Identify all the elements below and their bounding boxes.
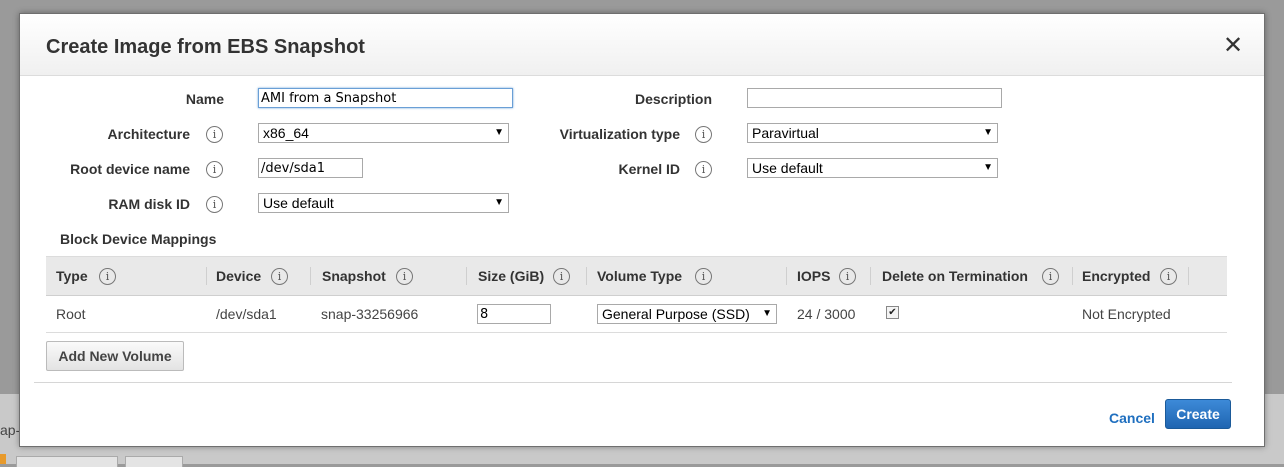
column-divider[interactable] xyxy=(586,267,587,285)
ram-disk-id-select[interactable]: Use default ▼ xyxy=(258,193,509,213)
column-header-size: Size (GiB) xyxy=(478,268,545,284)
kernel-id-label: Kernel ID xyxy=(618,161,680,177)
virtualization-type-value: Paravirtual xyxy=(752,125,819,141)
cell-device: /dev/sda1 xyxy=(216,306,277,322)
info-icon[interactable]: i xyxy=(271,268,288,285)
info-icon[interactable]: i xyxy=(1042,268,1059,285)
description-input[interactable] xyxy=(747,88,1002,108)
column-header-volume-type: Volume Type xyxy=(597,268,683,284)
create-button[interactable]: Create xyxy=(1165,399,1231,429)
footer-divider xyxy=(34,382,1232,383)
dialog-title: Create Image from EBS Snapshot xyxy=(46,36,365,58)
column-header-encrypted: Encrypted xyxy=(1082,268,1151,284)
architecture-value: x86_64 xyxy=(263,125,309,141)
info-icon[interactable]: i xyxy=(695,126,712,143)
info-icon[interactable]: i xyxy=(695,161,712,178)
background-marker xyxy=(0,454,6,464)
volume-type-select[interactable]: General Purpose (SSD) ▼ xyxy=(597,304,777,324)
column-divider[interactable] xyxy=(1072,267,1073,285)
dialog-header: Create Image from EBS Snapshot ✕ xyxy=(20,14,1264,76)
root-device-name-label: Root device name xyxy=(70,161,190,177)
virtualization-type-select[interactable]: Paravirtual ▼ xyxy=(747,123,998,143)
column-header-device: Device xyxy=(216,268,262,284)
cancel-button[interactable]: Cancel xyxy=(1109,410,1155,426)
description-label: Description xyxy=(634,91,712,107)
info-icon[interactable]: i xyxy=(1160,268,1177,285)
ram-disk-id-value: Use default xyxy=(263,195,334,211)
chevron-down-icon: ▼ xyxy=(762,308,772,319)
architecture-select[interactable]: x86_64 ▼ xyxy=(258,123,509,143)
root-device-name-input[interactable] xyxy=(258,158,363,178)
column-divider[interactable] xyxy=(786,267,787,285)
column-divider[interactable] xyxy=(870,267,871,285)
cell-encrypted: Not Encrypted xyxy=(1082,306,1171,322)
kernel-id-select[interactable]: Use default ▼ xyxy=(747,158,998,178)
chevron-down-icon: ▼ xyxy=(983,127,993,138)
cell-snapshot: snap-33256966 xyxy=(321,306,419,322)
add-new-volume-button[interactable]: Add New Volume xyxy=(46,341,184,371)
column-divider[interactable] xyxy=(466,267,467,285)
block-device-mappings-title: Block Device Mappings xyxy=(60,231,217,247)
chevron-down-icon: ▼ xyxy=(983,162,993,173)
cell-type: Root xyxy=(56,306,86,322)
cell-iops: 24 / 3000 xyxy=(797,306,856,322)
name-input[interactable] xyxy=(258,88,513,108)
column-divider[interactable] xyxy=(310,267,311,285)
info-icon[interactable]: i xyxy=(206,196,223,213)
info-icon[interactable]: i xyxy=(99,268,116,285)
background-text: ap- xyxy=(0,422,21,438)
ram-disk-id-label: RAM disk ID xyxy=(108,196,190,212)
background-button xyxy=(16,456,118,467)
info-icon[interactable]: i xyxy=(206,126,223,143)
column-header-type: Type xyxy=(56,268,88,284)
create-image-dialog: Create Image from EBS Snapshot ✕ Name De… xyxy=(19,13,1265,447)
info-icon[interactable]: i xyxy=(206,161,223,178)
chevron-down-icon: ▼ xyxy=(494,197,504,208)
kernel-id-value: Use default xyxy=(752,160,823,176)
info-icon[interactable]: i xyxy=(396,268,413,285)
column-header-iops: IOPS xyxy=(797,268,831,284)
column-header-snapshot: Snapshot xyxy=(322,268,386,284)
column-divider[interactable] xyxy=(1188,267,1189,285)
table-row: Root /dev/sda1 snap-33256966 General Pur… xyxy=(46,296,1227,333)
name-label: Name xyxy=(185,91,224,107)
delete-on-termination-checkbox[interactable]: ✔ xyxy=(886,306,899,319)
volume-type-value: General Purpose (SSD) xyxy=(602,306,750,322)
info-icon[interactable]: i xyxy=(839,268,856,285)
background-button xyxy=(125,456,183,467)
virtualization-type-label: Virtualization type xyxy=(559,126,680,142)
architecture-label: Architecture xyxy=(107,126,190,142)
info-icon[interactable]: i xyxy=(553,268,570,285)
column-divider[interactable] xyxy=(206,267,207,285)
mappings-table-header: Type i Device i Snapshot i Size (GiB) i … xyxy=(46,256,1227,296)
info-icon[interactable]: i xyxy=(695,268,712,285)
chevron-down-icon: ▼ xyxy=(494,127,504,138)
column-header-delete-on-termination: Delete on Termination xyxy=(882,268,1028,284)
size-input[interactable] xyxy=(477,304,551,324)
close-icon[interactable]: ✕ xyxy=(1221,34,1245,58)
